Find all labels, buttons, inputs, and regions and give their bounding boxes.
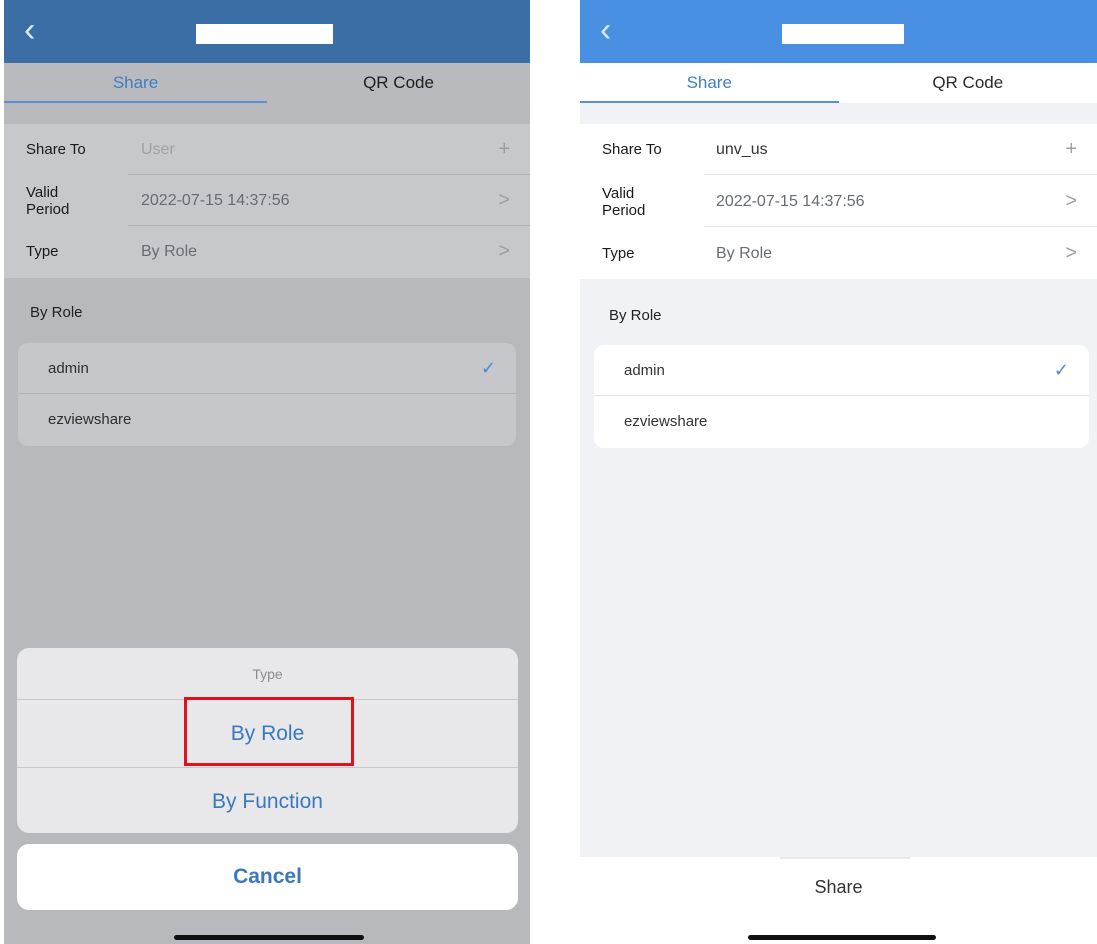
role-name: ezviewshare (624, 413, 708, 430)
add-icon[interactable]: + (1065, 124, 1077, 175)
nav-bar: ‹ (580, 0, 1097, 63)
list-item[interactable]: ezviewshare (594, 396, 1089, 447)
share-to-label: Share To (602, 141, 662, 158)
cancel-button[interactable]: Cancel (17, 844, 518, 910)
tab-share[interactable]: Share (580, 63, 839, 103)
section-label: By Role (30, 304, 83, 321)
redacted-title (196, 24, 333, 44)
chevron-right-icon: > (1065, 190, 1077, 212)
add-icon[interactable]: + (498, 124, 510, 175)
valid-period-value: 2022-07-15 14:37:56 (716, 192, 865, 210)
action-sheet-title: Type (252, 666, 283, 682)
tab-bar: Share QR Code (4, 63, 530, 103)
list-item[interactable]: admin ✓ (594, 345, 1089, 396)
back-chevron-icon[interactable]: ‹ (600, 10, 611, 50)
share-form: Share To unv_us + Valid Period 2022-07-1… (580, 124, 1097, 279)
valid-period-label: Valid Period (26, 183, 70, 218)
active-tab-indicator (580, 101, 839, 103)
tab-share[interactable]: Share (4, 63, 267, 103)
home-indicator[interactable] (174, 935, 364, 940)
role-name: ezviewshare (48, 411, 132, 428)
type-action-sheet: Type By Role By Function (17, 648, 518, 833)
valid-period-label: Valid Period (602, 184, 646, 219)
tab-bar: Share QR Code (580, 63, 1097, 103)
share-to-label: Share To (26, 141, 86, 158)
share-to-input[interactable]: User (141, 124, 175, 175)
right-screen: ‹ Share QR Code Share To unv_us + Valid … (580, 0, 1097, 944)
type-row[interactable]: Type By Role > (4, 226, 530, 277)
row-divider (704, 226, 1097, 227)
valid-period-row[interactable]: Valid Period 2022-07-15 14:37:56 > (4, 175, 530, 226)
by-function-option[interactable]: By Function (17, 768, 518, 833)
role-name: admin (624, 362, 665, 379)
role-list: admin ✓ ezviewshare (594, 345, 1089, 448)
valid-period-row[interactable]: Valid Period 2022-07-15 14:37:56 > (580, 176, 1097, 227)
tab-qr-code[interactable]: QR Code (839, 63, 1097, 103)
home-indicator[interactable] (748, 935, 936, 940)
bottom-bar: Share (580, 857, 1097, 944)
active-tab-indicator (4, 101, 267, 103)
highlight-box (184, 697, 354, 766)
type-label: Type (602, 245, 635, 262)
section-label: By Role (609, 307, 662, 324)
checkmark-icon: ✓ (1053, 360, 1069, 380)
share-to-row[interactable]: Share To User + (4, 124, 530, 175)
checkmark-icon: ✓ (480, 358, 496, 378)
share-button[interactable]: Share (580, 857, 1097, 917)
type-value: By Role (141, 242, 198, 260)
left-screen: ‹ Share QR Code Share To User + Valid Pe… (4, 0, 530, 944)
chevron-right-icon: > (498, 240, 510, 262)
share-to-input[interactable]: unv_us (716, 124, 768, 175)
tab-qr-code[interactable]: QR Code (267, 63, 530, 103)
valid-period-value: 2022-07-15 14:37:56 (141, 191, 290, 209)
chevron-right-icon: > (498, 189, 510, 211)
row-divider (704, 174, 1097, 175)
nav-bar: ‹ (4, 0, 530, 63)
list-item[interactable]: admin ✓ (18, 343, 516, 394)
type-label: Type (26, 243, 59, 260)
back-chevron-icon[interactable]: ‹ (24, 10, 35, 50)
type-value: By Role (716, 244, 773, 262)
role-list: admin ✓ ezviewshare (18, 343, 516, 446)
redacted-title (782, 24, 904, 44)
share-form: Share To User + Valid Period 2022-07-15 … (4, 124, 530, 278)
list-item[interactable]: ezviewshare (18, 394, 516, 445)
role-name: admin (48, 360, 89, 377)
share-to-row[interactable]: Share To unv_us + (580, 124, 1097, 175)
chevron-right-icon: > (1065, 242, 1077, 264)
type-row[interactable]: Type By Role > (580, 228, 1097, 279)
